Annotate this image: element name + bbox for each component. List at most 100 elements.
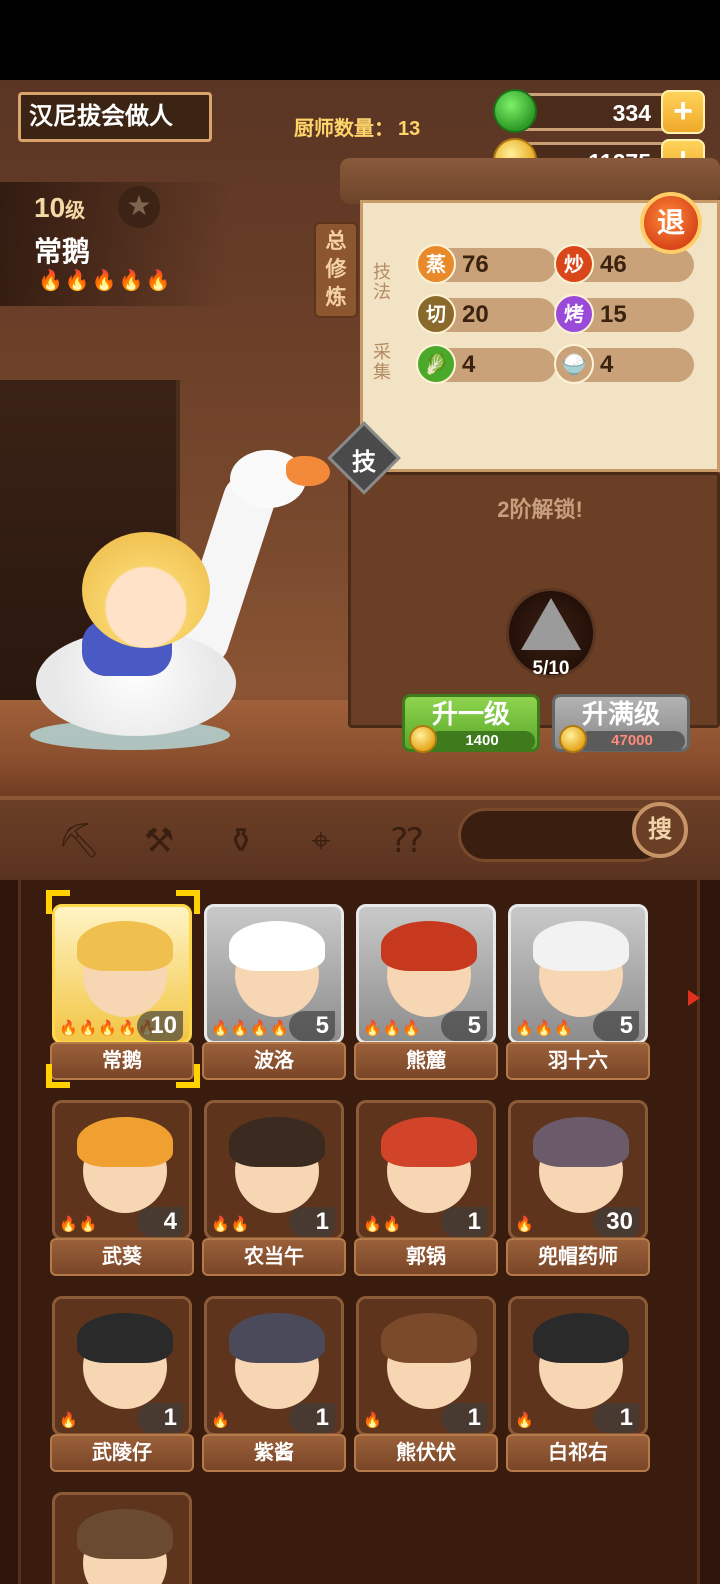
stat-icon: 🍚 [554, 344, 594, 384]
shop-name[interactable]: 汉尼拔会做人 [18, 92, 212, 142]
stat-icon: 炒 [554, 244, 594, 284]
stat-icon: 切 [416, 294, 456, 334]
chef-card[interactable]: 🔥🔥🔥🔥🔥 10 常鹅 [50, 904, 194, 1084]
card-flames: 🔥 [59, 1412, 79, 1429]
card-name: 武陵仔 [50, 1434, 194, 1472]
selection-corner [46, 1064, 70, 1088]
stat-pill: 🥬 4 [416, 344, 556, 384]
chef-hair [533, 1313, 629, 1363]
card-level: 1 [441, 1403, 487, 1433]
card-level: 30 [593, 1207, 639, 1237]
chef-count: 厨师数量： 13 [290, 112, 420, 141]
add-gems-button[interactable]: + [661, 90, 705, 134]
stat-pill: 烤 15 [554, 294, 694, 334]
stat-pill: 切 20 [416, 294, 556, 334]
card-level: 5 [289, 1011, 335, 1041]
chef-card[interactable]: 🔥 30 兜帽药师 [506, 1100, 650, 1280]
jar-icon[interactable]: ⚱ [218, 818, 264, 864]
card-name: 熊伏伏 [354, 1434, 498, 1472]
chef-portrait: 🔥 1 [204, 1296, 344, 1436]
coin-icon [559, 725, 587, 753]
card-flames: 🔥🔥🔥 [515, 1020, 575, 1037]
stat-pill: 🍚 4 [554, 344, 694, 384]
card-level: 10 [137, 1011, 183, 1041]
chef-level-value: 10 [34, 192, 66, 223]
goose-beak [286, 456, 330, 486]
chef-count-label: 厨师数量： [294, 118, 394, 140]
upgrade-max-button[interactable]: 升满级 47000 [552, 694, 690, 753]
chef-name: 常鹅 [34, 236, 91, 267]
chef-card[interactable]: 🔥 1 武陵仔 [50, 1296, 194, 1476]
total-training-tab[interactable]: 总修炼 [314, 222, 358, 318]
chef-hair [533, 1117, 629, 1167]
map-question-icon[interactable]: ⁇ [384, 818, 430, 864]
chef-portrait: 🔥🔥🔥 5 [356, 904, 496, 1044]
card-level: 1 [441, 1207, 487, 1237]
shovel-icon[interactable]: ⛏ [56, 818, 102, 864]
chef-portrait: 🔥🔥 4 [52, 1100, 192, 1240]
shovel-hand-icon[interactable]: ⚒ [136, 818, 182, 864]
chef-flames: 🔥🔥🔥🔥🔥 [38, 270, 173, 292]
stat-icon: 蒸 [416, 244, 456, 284]
stat-value: 4 [600, 351, 614, 378]
card-name: 熊麓 [354, 1042, 498, 1080]
chef-card[interactable]: 🔥🔥 1 农当午 [202, 1100, 346, 1280]
chef-card[interactable]: 🔥🔥 4 武葵 [50, 1100, 194, 1280]
chef-card[interactable]: 🔥 1 紫酱 [202, 1296, 346, 1476]
card-name: 紫酱 [202, 1434, 346, 1472]
chef-portrait: 🔥🔥🔥🔥 5 [204, 904, 344, 1044]
gem-counter: 334 + [493, 89, 705, 134]
chef-portrait: 🔥🔥🔥 5 [508, 904, 648, 1044]
card-level: 1 [289, 1403, 335, 1433]
card-name: 农当午 [202, 1238, 346, 1276]
chef-hair [77, 921, 173, 971]
card-name: 兜帽药师 [506, 1238, 650, 1276]
map-pin-icon[interactable]: ⌖ [298, 818, 344, 864]
chef-card[interactable]: 🔥🔥 1 郭锅 [354, 1100, 498, 1280]
chef-portrait: 🔥 1 [356, 1296, 496, 1436]
stat-icon: 烤 [554, 294, 594, 334]
technique-label: 技法 [373, 262, 391, 302]
chef-hair [533, 921, 629, 971]
stat-value: 15 [600, 301, 627, 328]
card-name: 白祁右 [506, 1434, 650, 1472]
card-flames: 🔥 [515, 1216, 535, 1233]
gem-progress: 5/10 [532, 658, 570, 679]
card-name: 武葵 [50, 1238, 194, 1276]
chef-card[interactable]: 🔥🔥🔥 5 熊麓 [354, 904, 498, 1084]
card-flames: 🔥🔥🔥 [363, 1020, 423, 1037]
card-level: 1 [137, 1403, 183, 1433]
star-icon[interactable]: ★ [118, 186, 160, 228]
stat-value: 76 [462, 251, 489, 278]
chef-hair [229, 1117, 325, 1167]
coin-icon [409, 725, 437, 753]
search-button[interactable]: 搜 [632, 802, 688, 858]
unlock-text: 2阶解锁! [497, 497, 583, 522]
chef-portrait [52, 1492, 192, 1584]
chef-hair [77, 1509, 173, 1559]
card-flames: 🔥 [363, 1412, 383, 1429]
stat-icon: 🥬 [416, 344, 456, 384]
exit-button[interactable]: 退 [640, 192, 702, 254]
chef-level: 10级 [34, 192, 85, 224]
chef-hair [77, 1313, 173, 1363]
card-flames: 🔥🔥 [211, 1216, 251, 1233]
selection-corner [176, 890, 200, 914]
chef-hair [381, 1313, 477, 1363]
card-flames: 🔥 [515, 1412, 535, 1429]
chef-card-partial[interactable] [52, 1492, 192, 1584]
chef-hair [229, 1313, 325, 1363]
scroll-indicator [688, 990, 700, 1006]
green-gem-icon [493, 89, 537, 133]
chef-hair [229, 921, 325, 971]
card-name: 郭锅 [354, 1238, 498, 1276]
chef-card[interactable]: 🔥 1 熊伏伏 [354, 1296, 498, 1476]
chef-card[interactable]: 🔥🔥🔥🔥 5 波洛 [202, 904, 346, 1084]
upgrade-one-button[interactable]: 升一级 1400 [402, 694, 540, 753]
upgrade-one-cost: 1400 [429, 731, 535, 751]
card-name: 波洛 [202, 1042, 346, 1080]
chef-portrait: 🔥 1 [508, 1296, 648, 1436]
chef-card[interactable]: 🔥 1 白祁右 [506, 1296, 650, 1476]
chef-card[interactable]: 🔥🔥🔥 5 羽十六 [506, 904, 650, 1084]
stat-pill: 蒸 76 [416, 244, 556, 284]
